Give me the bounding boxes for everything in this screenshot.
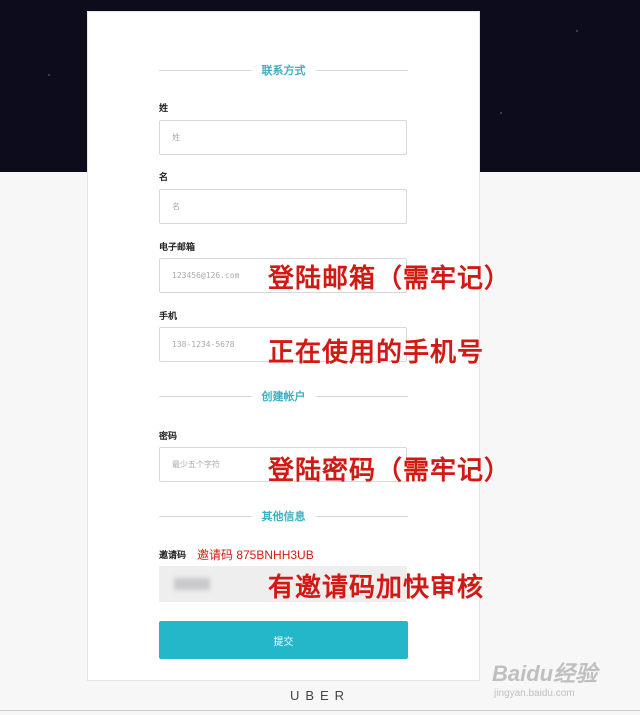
email-annotation: 登陆邮箱（需牢记）: [268, 264, 512, 294]
footer-divider: [0, 710, 640, 711]
decorative-dot: [48, 74, 50, 76]
blurred-invite-value: [174, 578, 210, 590]
divider: [159, 395, 252, 397]
surname-input[interactable]: [160, 121, 406, 154]
given-name-field-box: [159, 189, 407, 224]
invite-code-annotation: 邀请码 875BNHH3UB: [197, 548, 314, 562]
divider: [315, 395, 408, 397]
invite-label: 邀请码: [159, 551, 187, 561]
password-annotation: 登陆密码（需牢记）: [268, 456, 512, 486]
watermark: Baidu经验 jingyan.baidu.com: [490, 648, 610, 708]
password-label: 密码: [159, 432, 178, 442]
decorative-dot: [500, 112, 502, 114]
section-title-text: 创建帐户: [261, 390, 306, 403]
surname-field-box: [159, 120, 407, 155]
section-title-contact: 联系方式: [159, 60, 408, 80]
given-name-label: 名: [159, 173, 169, 183]
section-title-account: 创建帐户: [159, 386, 408, 406]
watermark-url: jingyan.baidu.com: [494, 688, 575, 699]
divider: [315, 515, 408, 517]
divider: [159, 69, 252, 71]
surname-label: 姓: [159, 104, 169, 114]
submit-button[interactable]: 提交: [159, 621, 408, 659]
section-title-text: 其他信息: [261, 510, 306, 523]
watermark-logo: Baidu经验: [492, 661, 598, 686]
divider: [315, 69, 408, 71]
email-label: 电子邮箱: [159, 243, 196, 253]
decorative-dot: [576, 30, 578, 32]
invite-annotation: 有邀请码加快审核: [268, 573, 485, 603]
phone-annotation: 正在使用的手机号: [268, 338, 485, 368]
section-title-other: 其他信息: [159, 506, 408, 526]
phone-label: 手机: [159, 312, 178, 322]
given-name-input[interactable]: [160, 190, 406, 223]
section-title-text: 联系方式: [261, 64, 306, 77]
divider: [159, 515, 252, 517]
